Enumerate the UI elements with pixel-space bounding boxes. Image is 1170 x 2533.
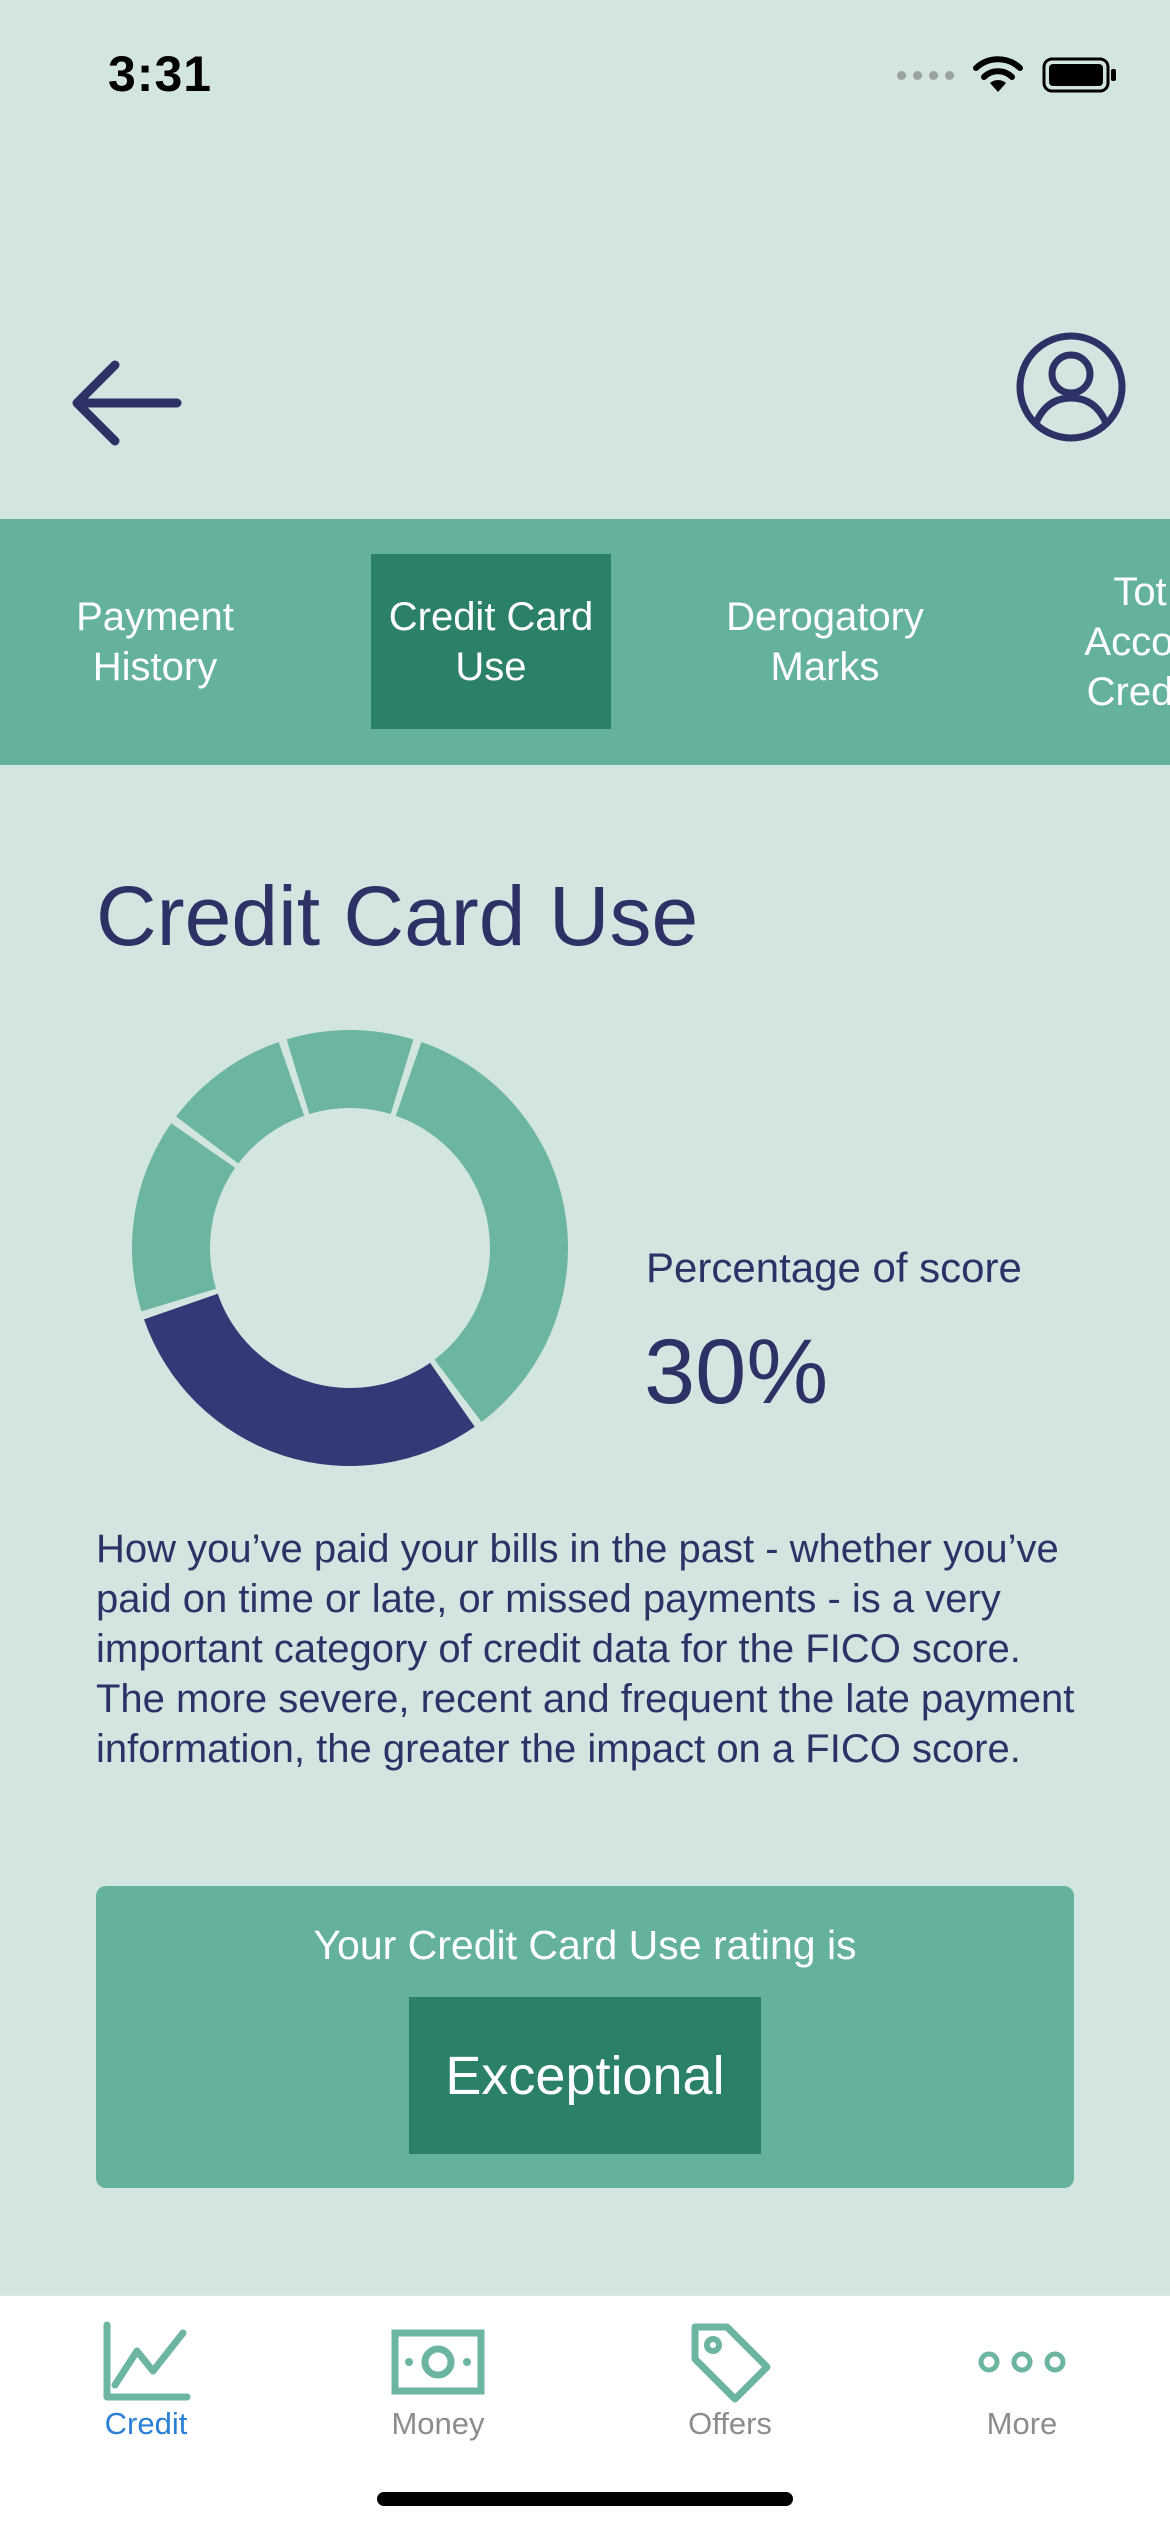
donut-segment-segment-2	[132, 1123, 236, 1312]
tab-bar-offers[interactable]: Offers	[584, 2296, 876, 2466]
chart-line-icon	[96, 2312, 196, 2412]
tab-bar-label: Credit	[104, 2406, 188, 2441]
status-icons	[897, 55, 1118, 95]
battery-icon	[1042, 57, 1116, 93]
tab-bar-label: More	[986, 2406, 1058, 2441]
tab-bar-money[interactable]: Money	[292, 2296, 584, 2466]
page-title: Credit Card Use	[96, 869, 699, 963]
category-tab-strip: Payment History Credit Card Use Derogato…	[0, 519, 1170, 765]
back-button[interactable]	[60, 348, 190, 458]
rating-badge: Exceptional	[409, 1997, 761, 2154]
donut-segment-segment-4	[286, 1030, 414, 1115]
tab-total-accounts-credit[interactable]: Tot Accou Credit	[1040, 554, 1170, 729]
score-percentage-label: Percentage of score	[646, 1244, 1022, 1291]
status-time: 3:31	[108, 46, 213, 102]
tag-icon	[680, 2312, 780, 2412]
user-circle-icon	[1016, 332, 1126, 442]
score-donut-chart	[132, 1030, 568, 1466]
category-description: How you’ve paid your bills in the past -…	[96, 1527, 1075, 1771]
donut-segment-credit-card-use	[144, 1293, 475, 1466]
tab-derogatory-marks[interactable]: Derogatory Marks	[700, 554, 950, 729]
rating-card: Your Credit Card Use rating is Exception…	[96, 1886, 1074, 2188]
score-percentage-value: 30%	[644, 1321, 829, 1423]
tab-bar-label: Offers	[688, 2406, 772, 2441]
rating-text: Your Credit Card Use rating is	[313, 1922, 857, 1968]
tab-bar-more[interactable]: More	[876, 2296, 1168, 2466]
more-dots-icon	[972, 2312, 1072, 2412]
banknote-icon	[388, 2312, 488, 2412]
tab-bar-credit[interactable]: Credit	[0, 2296, 292, 2466]
tab-credit-card-use[interactable]: Credit Card Use	[371, 554, 611, 729]
tab-bar-label: Money	[391, 2406, 485, 2441]
wifi-icon	[973, 56, 1023, 92]
tab-payment-history[interactable]: Payment History	[40, 554, 270, 729]
profile-button[interactable]	[1014, 330, 1128, 444]
home-indicator	[377, 2492, 793, 2506]
arrow-left-icon	[72, 360, 182, 446]
donut-segment-segment-5	[395, 1042, 568, 1422]
cellular-signal-icon	[897, 70, 954, 80]
